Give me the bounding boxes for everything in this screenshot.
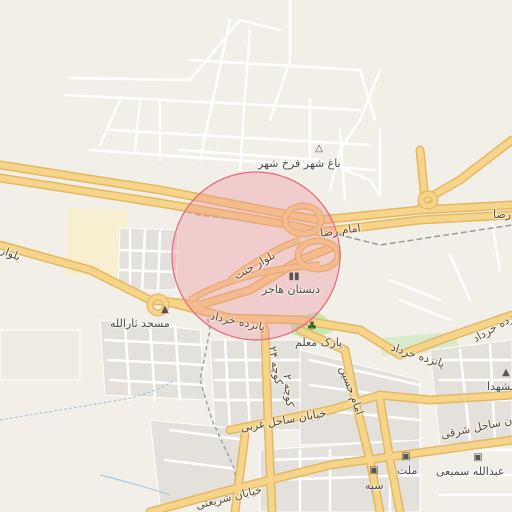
- label-shohada: الشهدا: [487, 380, 512, 393]
- mosque-icon-east: ▲: [502, 367, 510, 378]
- park-tree-icon: ♣: [306, 319, 318, 333]
- bank-icon-east: ▣: [473, 452, 483, 463]
- label-sepah: سپه: [365, 479, 384, 492]
- peak-icon: △: [315, 143, 323, 154]
- label-bagh-shahr: باغ شهر فرخ شهر: [258, 157, 341, 170]
- label-kooche-2: کوچه ۲: [280, 373, 297, 408]
- bank-icon: ▣: [369, 465, 379, 476]
- label-masjed: مسجد ثارالله: [110, 317, 170, 330]
- label-melat: ملت: [397, 464, 418, 477]
- map-view[interactable]: △ ▮▮ ▲ ♣ ▲ ▣ ▣ ▣ باغ شهر فرخ شهر امام رض…: [0, 0, 512, 512]
- label-abdollah: عبدالله سمیعی: [436, 465, 505, 478]
- school-icon: ▮▮: [288, 271, 300, 282]
- mosque-icon: ▲: [161, 304, 169, 315]
- label-dabestan: دبستان هاجر: [262, 283, 321, 296]
- label-park-moalem: پارک معلم: [295, 336, 343, 349]
- label-imam-reza-east: رضا: [493, 208, 512, 221]
- cinema-icon: ▣: [401, 451, 411, 462]
